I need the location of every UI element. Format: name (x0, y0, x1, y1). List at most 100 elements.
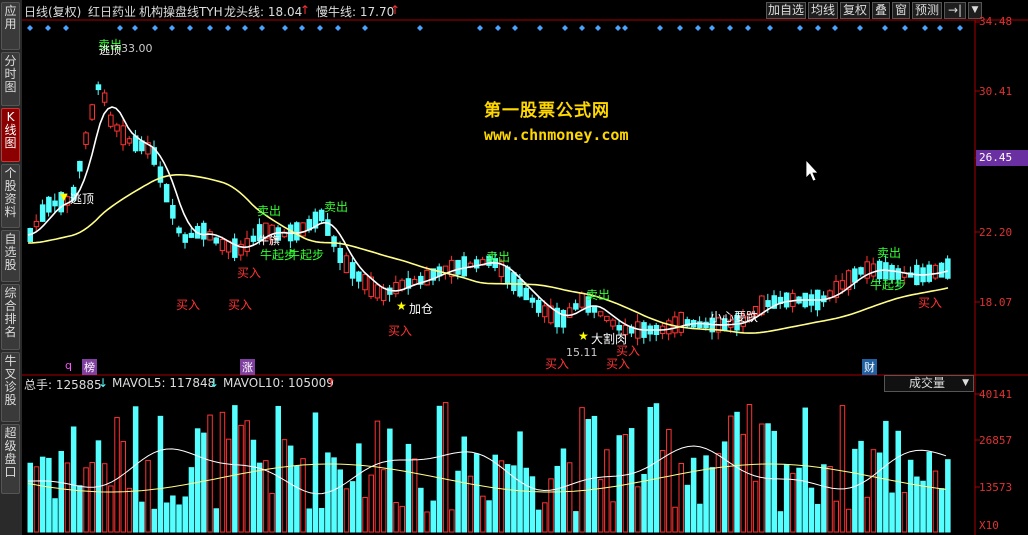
signal-diamond (695, 25, 701, 31)
volume-bar (33, 466, 40, 533)
volume-bar (269, 492, 275, 533)
volume-bar (442, 402, 449, 533)
volume-bar (548, 478, 554, 533)
volume-bar (653, 403, 660, 533)
signal-diamond (477, 25, 483, 31)
sidebar-item-superpanel[interactable]: 超级盘口 (1, 424, 20, 494)
volume-bar (628, 428, 635, 533)
volume-bar (151, 508, 157, 533)
sell-signal-label: 卖出 (486, 250, 511, 264)
sidebar-item-label: 自选股 (4, 232, 17, 272)
volume-bar (802, 407, 808, 533)
volume-bar (870, 449, 877, 533)
sell-signal-label: 卖出 (586, 288, 611, 302)
candle-body (461, 256, 467, 277)
volume-ma10-line (27, 463, 947, 493)
volume-bar (709, 467, 715, 533)
escape-triangle-icon: ▼ (60, 192, 68, 203)
escape-top-label: 逃顶 (99, 44, 121, 57)
candle-body (83, 132, 89, 145)
flag-q[interactable]: q (65, 359, 72, 372)
signal-diamond (709, 25, 715, 31)
volume-bar (752, 480, 759, 533)
watermark-title: 第一股票公式网 (484, 101, 610, 121)
candle-body (858, 267, 864, 275)
sidebar-item-profile[interactable]: 个股资料 (1, 164, 20, 228)
flag-up[interactable]: 涨 (240, 359, 255, 375)
bull-start-label: 牛起步 (288, 248, 325, 262)
signal-diamond (282, 25, 288, 31)
candle-body (697, 321, 703, 328)
kline-chart[interactable] (22, 0, 1028, 535)
volume-bar (108, 485, 114, 533)
volume-bar (864, 496, 870, 533)
signal-diamond (45, 25, 51, 31)
volume-bar (182, 496, 188, 533)
sidebar-item-label: 超级盘口 (4, 426, 17, 479)
signal-diamond (362, 25, 368, 31)
volume-bar (535, 509, 542, 533)
volume-bar (337, 469, 343, 533)
volume-bars (27, 402, 951, 533)
add-position-label: 加仓 (409, 302, 434, 316)
sidebar-item-apps[interactable]: 应用 (1, 2, 20, 50)
sidebar-item-intraday[interactable]: 分时图 (1, 52, 20, 106)
volume-bar (374, 420, 381, 533)
volume-bar (852, 448, 858, 533)
sidebar-item-label: 分时图 (4, 54, 17, 94)
indicator-selector[interactable]: 成交量 ▼ (884, 375, 974, 392)
volume-bar (635, 486, 641, 533)
volume-bar (362, 496, 368, 533)
sidebar-item-diagnosis[interactable]: 牛叉诊股 (1, 352, 20, 422)
sidebar-item-watchlist[interactable]: 自选股 (1, 230, 20, 282)
sidebar-item-kline[interactable]: K线图 (1, 108, 20, 162)
volume-total: 总手: 125885 (24, 378, 102, 392)
volume-bar (610, 501, 616, 533)
candle-body (101, 92, 108, 103)
volume-bar (163, 502, 170, 533)
volume-bar (294, 465, 300, 533)
volume-bar (597, 479, 604, 533)
sidebar-item-ranking[interactable]: 综合排名 (1, 284, 20, 350)
candle-body (926, 264, 932, 282)
volume-bar (659, 450, 666, 533)
volume-bar (876, 452, 883, 533)
volume-bar (858, 440, 864, 533)
candle-body (46, 196, 52, 213)
chevron-down-icon: ▼ (962, 378, 969, 388)
volume-bar (616, 435, 622, 533)
volume-bar (238, 424, 244, 533)
volume-bar (647, 407, 653, 533)
candle-body (157, 166, 164, 183)
volume-bar (275, 405, 281, 533)
candle-body (325, 219, 331, 236)
sidebar-item-label: 综合排名 (4, 286, 17, 339)
escape-top-label: 逃顶 (70, 192, 95, 206)
signal-diamond (767, 25, 773, 31)
volume-bar (473, 453, 480, 533)
volume-bar (771, 430, 777, 533)
volume-bar (690, 457, 697, 533)
volume-bar (938, 488, 945, 533)
candle-body (542, 305, 548, 318)
volume-axis-label: 13573 (979, 481, 1013, 494)
flag-list[interactable]: 榜 (82, 359, 97, 375)
signal-diamond (957, 25, 963, 31)
volume-bar (504, 464, 511, 533)
volume-bar (306, 508, 312, 533)
volume-bar (39, 456, 46, 533)
signal-diamond (657, 25, 663, 31)
volume-bar (814, 503, 821, 533)
flag-finance[interactable]: 财 (862, 359, 877, 375)
volume-bar (300, 458, 306, 533)
volume-bar (380, 469, 387, 533)
candle-body (89, 104, 95, 120)
volume-bar (604, 449, 610, 533)
volume-down-icon: ↓ (98, 376, 109, 390)
volume-bar (349, 481, 356, 533)
volume-bar (573, 511, 579, 533)
volume-bar (436, 405, 443, 533)
candle-body (95, 84, 102, 91)
volume-bar (52, 498, 58, 533)
volume-bar (783, 464, 790, 533)
